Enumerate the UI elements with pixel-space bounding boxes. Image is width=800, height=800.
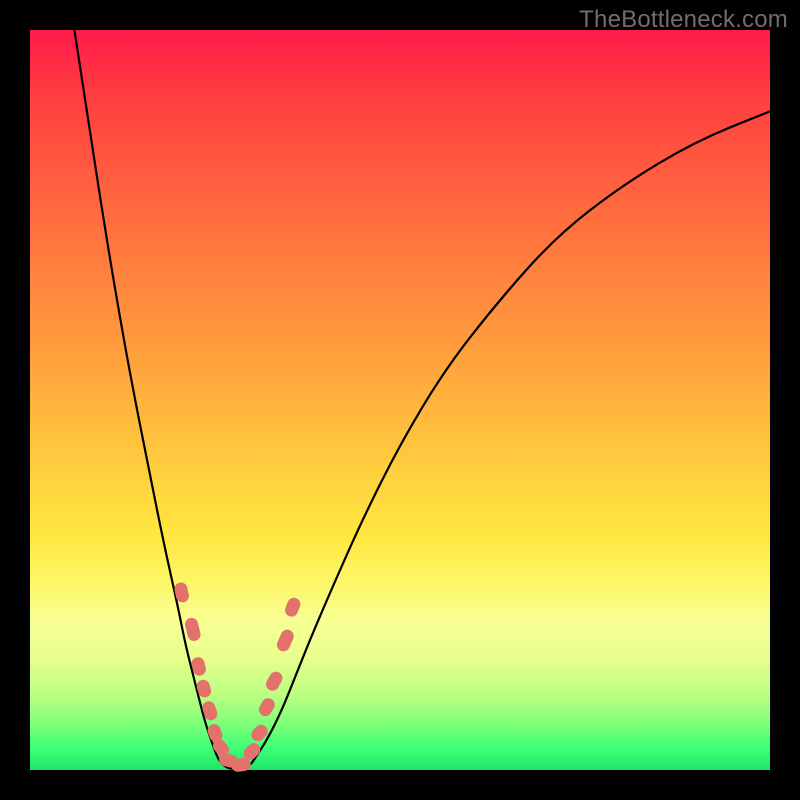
data-marker: [257, 696, 278, 719]
watermark-text: TheBottleneck.com: [579, 6, 788, 34]
chart-frame: TheBottleneck.com: [0, 0, 800, 800]
data-marker: [275, 628, 296, 654]
data-marker: [264, 669, 285, 693]
plot-area: [30, 30, 770, 770]
data-marker: [283, 596, 302, 619]
bottleneck-curve: [74, 30, 770, 769]
data-marker: [184, 616, 202, 642]
chart-svg: [30, 30, 770, 770]
